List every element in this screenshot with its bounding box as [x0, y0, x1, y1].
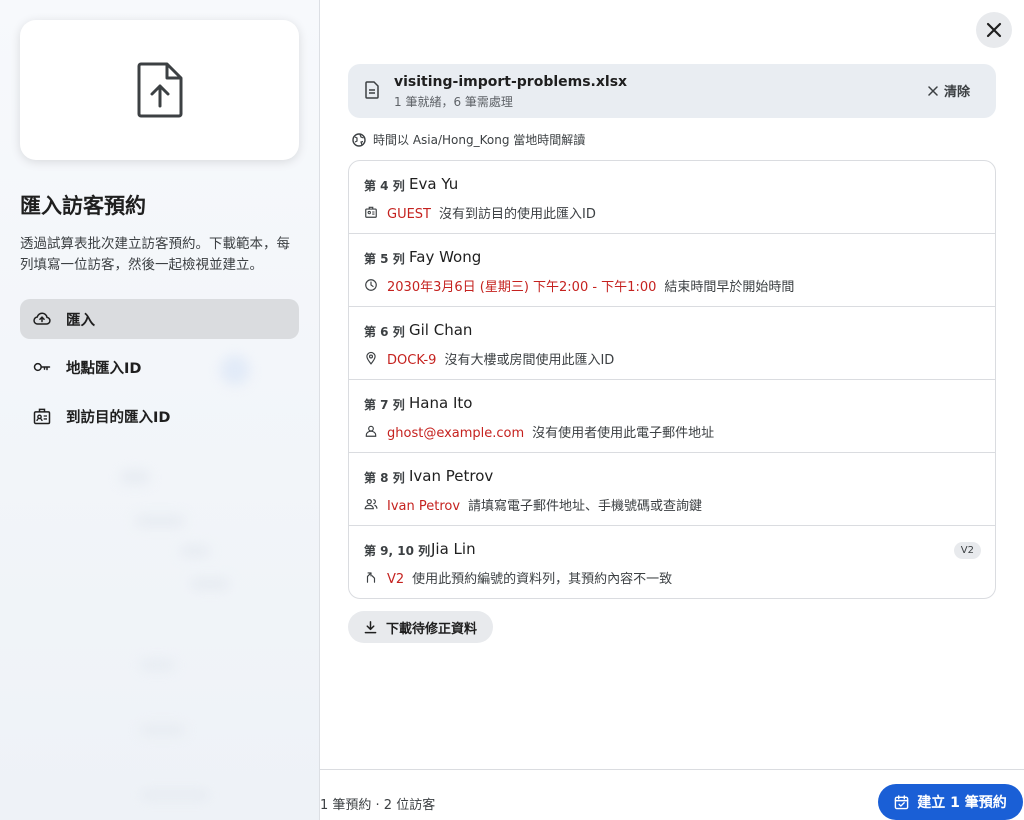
row-number: 第 7 列: [364, 398, 405, 412]
problem-message: 沒有大樓或房間使用此匯入ID: [444, 353, 615, 368]
visitor-name: Ivan Petrov: [409, 467, 494, 485]
globe-icon: [352, 132, 366, 147]
page-title: 匯入訪客預約: [20, 194, 146, 218]
badge-icon: [33, 408, 51, 425]
booking-id-badge: V2: [953, 542, 981, 559]
blurred-background: [135, 515, 185, 527]
visitor-name: Eva Yu: [409, 175, 459, 193]
problem-message: 結束時間早於開始時間: [664, 280, 795, 295]
clear-label: 清除: [943, 85, 970, 100]
row-number: 第 4 列: [364, 179, 405, 193]
file-upload-icon: [137, 62, 182, 118]
sidebar-item-import[interactable]: 匯入: [20, 299, 299, 339]
problem-line: V2 使用此預約編號的資料列，其預約內容不一致: [387, 568, 672, 587]
page-description: 透過試算表批次建立訪客預約。下載範本，每列填寫一位訪客，然後一起檢視並建立。: [20, 236, 290, 273]
problem-line: 2030年3月6日 (星期三) 下午2:00 - 下午1:00 結束時間早於開始時…: [387, 276, 794, 295]
file-status: 1 筆就緒，6 筆需處理: [394, 95, 513, 109]
create-label: 建立 1 筆預約: [917, 795, 1007, 811]
list-item[interactable]: 第 9, 10 列 Jia Lin V2 V2 使用此預約編號的資料列，其預約內容…: [349, 526, 995, 598]
problem-value: Ivan Petrov: [387, 499, 461, 514]
blurred-background: [180, 545, 210, 557]
file-name: visiting-import-problems.xlsx: [394, 74, 628, 90]
problem-value: DOCK-9: [387, 353, 437, 368]
create-booking-button[interactable]: 建立 1 筆預約: [878, 784, 1023, 820]
problem-message: 沒有使用者使用此電子郵件地址: [532, 426, 715, 441]
list-item[interactable]: 第 5 列 Fay Wong 2030年3月6日 (星期三) 下午2:00 - …: [349, 234, 995, 307]
problem-value: ghost@example.com: [387, 426, 525, 441]
blurred-background: [140, 790, 210, 800]
problem-line: ghost@example.com 沒有使用者使用此電子郵件地址: [387, 422, 714, 441]
row-number: 第 6 列: [364, 325, 405, 339]
row-number: 第 8 列: [364, 471, 405, 485]
blurred-background: [190, 578, 230, 590]
cloud-upload-icon: [33, 312, 51, 325]
sidebar-item-label: 地點匯入ID: [66, 360, 142, 377]
file-info-bar: visiting-import-problems.xlsx 1 筆就緒，6 筆需…: [348, 64, 996, 118]
problem-list: 第 4 列 Eva Yu GUEST 沒有到訪目的使用此匯入ID 第 5 列 Fa…: [348, 160, 996, 599]
row-number: 第 5 列: [364, 252, 405, 266]
key-icon: [33, 362, 51, 372]
problem-line: Ivan Petrov 請填寫電子郵件地址、手機號碼或查詢鍵: [387, 495, 702, 514]
blurred-background: [140, 660, 175, 670]
problem-message: 請填寫電子郵件地址、手機號碼或查詢鍵: [468, 499, 703, 514]
problem-value: GUEST: [387, 207, 431, 222]
list-item[interactable]: 第 7 列 Hana Ito ghost@example.com 沒有使用者使用此…: [349, 380, 995, 453]
download-icon: [364, 620, 377, 633]
problem-message: 沒有到訪目的使用此匯入ID: [439, 207, 596, 222]
merge-icon: [366, 572, 376, 583]
people-icon: [364, 499, 378, 510]
problem-value: V2: [387, 572, 405, 587]
row-number: 第 9, 10 列: [364, 544, 431, 558]
download-label: 下載待修正資料: [386, 621, 478, 637]
download-fixes-button[interactable]: 下載待修正資料: [348, 611, 494, 643]
visitor-name: Fay Wong: [409, 248, 482, 266]
upload-illustration: [20, 20, 299, 160]
problem-line: DOCK-9 沒有大樓或房間使用此匯入ID: [387, 349, 614, 368]
problem-message: 使用此預約編號的資料列，其預約內容不一致: [412, 572, 673, 587]
location-pin-icon: [366, 351, 376, 365]
timezone-note: 時間以 Asia/Hong_Kong 當地時間解讀: [352, 131, 585, 148]
timezone-text: 時間以 Asia/Hong_Kong 當地時間解讀: [373, 133, 586, 147]
clock-icon: [365, 279, 377, 291]
close-icon: [928, 85, 938, 96]
close-button[interactable]: [976, 12, 1012, 48]
problem-line: GUEST 沒有到訪目的使用此匯入ID: [387, 203, 596, 222]
badge-icon: [365, 206, 377, 218]
person-icon: [365, 425, 377, 437]
list-item[interactable]: 第 6 列 Gil Chan DOCK-9 沒有大樓或房間使用此匯入ID: [349, 307, 995, 380]
list-item[interactable]: 第 8 列 Ivan Petrov Ivan Petrov 請填寫電子郵件地址、手…: [349, 453, 995, 526]
visitor-name: Gil Chan: [409, 321, 473, 339]
blurred-background: [140, 725, 185, 735]
visitor-name: Jia Lin: [431, 540, 476, 558]
list-item[interactable]: 第 4 列 Eva Yu GUEST 沒有到訪目的使用此匯入ID: [349, 161, 995, 234]
sidebar-item-label: 匯入: [66, 312, 95, 329]
sidebar-item-label: 到訪目的匯入ID: [66, 409, 171, 426]
problem-value: 2030年3月6日 (星期三) 下午2:00 - 下午1:00: [387, 280, 657, 295]
calendar-check-icon: [894, 794, 909, 809]
booking-summary: 1 筆預約 · 2 位訪客: [320, 798, 436, 813]
close-icon: [986, 22, 1002, 38]
blurred-background: [120, 470, 150, 484]
sidebar-item-location-import-id[interactable]: 地點匯入ID: [20, 347, 299, 387]
visitor-name: Hana Ito: [409, 394, 473, 412]
document-icon: [365, 81, 379, 99]
clear-button[interactable]: 清除: [928, 81, 970, 100]
sidebar-item-purpose-import-id[interactable]: 到訪目的匯入ID: [20, 396, 299, 436]
